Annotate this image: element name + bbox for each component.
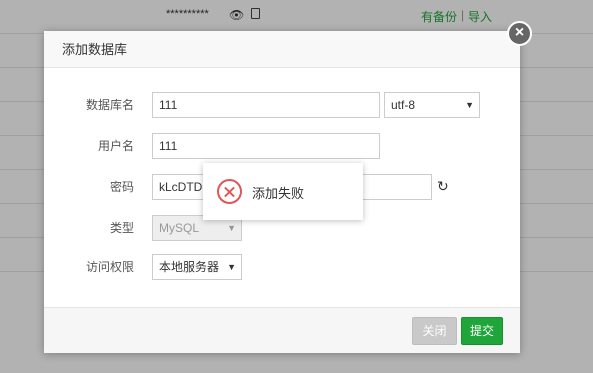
access-value: 本地服务器: [159, 260, 220, 274]
toast-message: 添加失败: [252, 186, 305, 201]
submit-button[interactable]: 提交: [461, 317, 503, 345]
db-name-input[interactable]: 111: [152, 92, 380, 118]
chevron-down-icon: ▼: [465, 100, 474, 110]
username-label: 用户名: [97, 139, 134, 153]
refresh-icon[interactable]: ↻: [437, 178, 449, 195]
type-label: 类型: [109, 221, 134, 235]
close-icon[interactable]: ×: [507, 21, 532, 46]
charset-value: utf-8: [391, 98, 416, 112]
db-name-row: 数据库名 111 utf-8 ▼: [44, 92, 520, 118]
dialog-title: 添加数据库: [44, 31, 520, 68]
error-x-icon: [217, 179, 242, 204]
type-value: MySQL: [159, 221, 200, 235]
close-button[interactable]: 关闭: [412, 317, 457, 345]
password-label: 密码: [109, 180, 134, 194]
dialog-footer: 关闭 提交: [44, 307, 520, 353]
username-row: 用户名 111: [44, 133, 520, 159]
access-row: 访问权限 本地服务器 ▼: [44, 254, 520, 280]
chevron-down-icon: ▼: [227, 262, 236, 272]
error-toast: 添加失败: [203, 163, 363, 220]
username-input[interactable]: 111: [152, 133, 380, 159]
access-select[interactable]: 本地服务器 ▼: [152, 254, 242, 280]
charset-select[interactable]: utf-8 ▼: [384, 92, 480, 118]
access-label: 访问权限: [85, 260, 134, 274]
db-name-label: 数据库名: [85, 98, 134, 112]
